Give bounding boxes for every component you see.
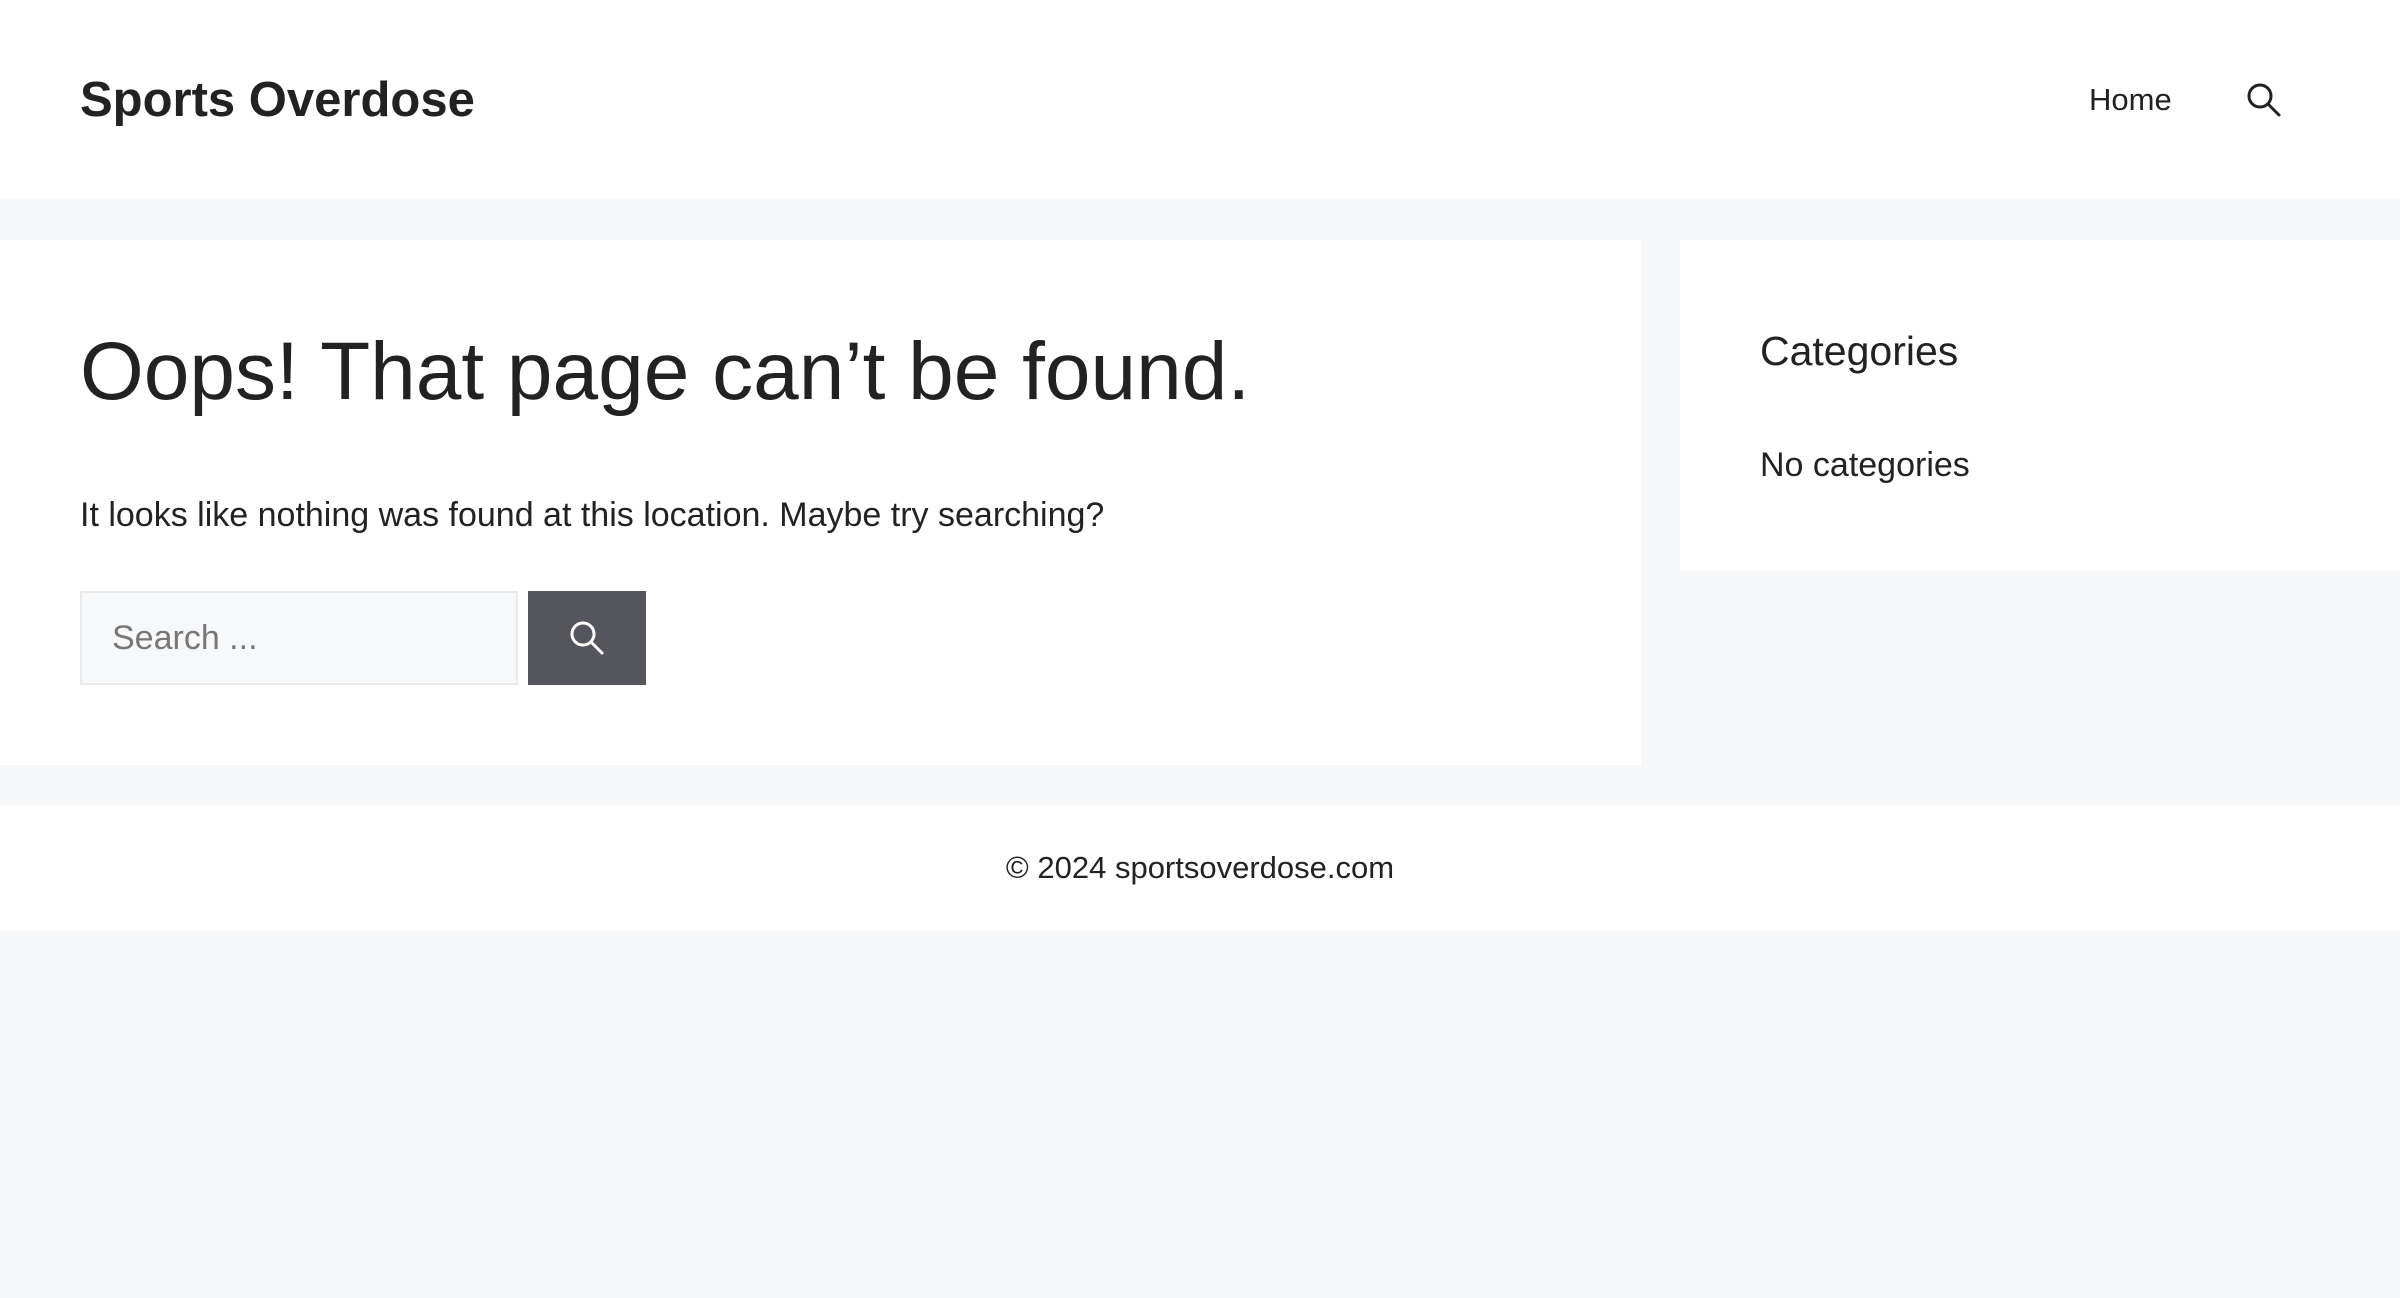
- page-title: Oops! That page can’t be found.: [80, 326, 1251, 417]
- copyright-text: © 2024 sportsoverdose.com: [1005, 850, 1395, 885]
- nav-home-link[interactable]: Home: [2089, 76, 2172, 124]
- widget-title: Categories: [1760, 328, 1959, 374]
- nav-search-button[interactable]: [2244, 80, 2284, 120]
- not-found-message: It looks like nothing was found at this …: [80, 496, 1105, 534]
- search-input[interactable]: [80, 591, 518, 685]
- search-icon: [570, 621, 604, 655]
- search-icon: [2247, 83, 2281, 117]
- site-title[interactable]: Sports Overdose: [80, 68, 475, 132]
- sidebar-categories-widget: [1680, 240, 2400, 570]
- no-categories-text: No categories: [1760, 446, 1970, 484]
- search-submit-button[interactable]: [528, 591, 646, 685]
